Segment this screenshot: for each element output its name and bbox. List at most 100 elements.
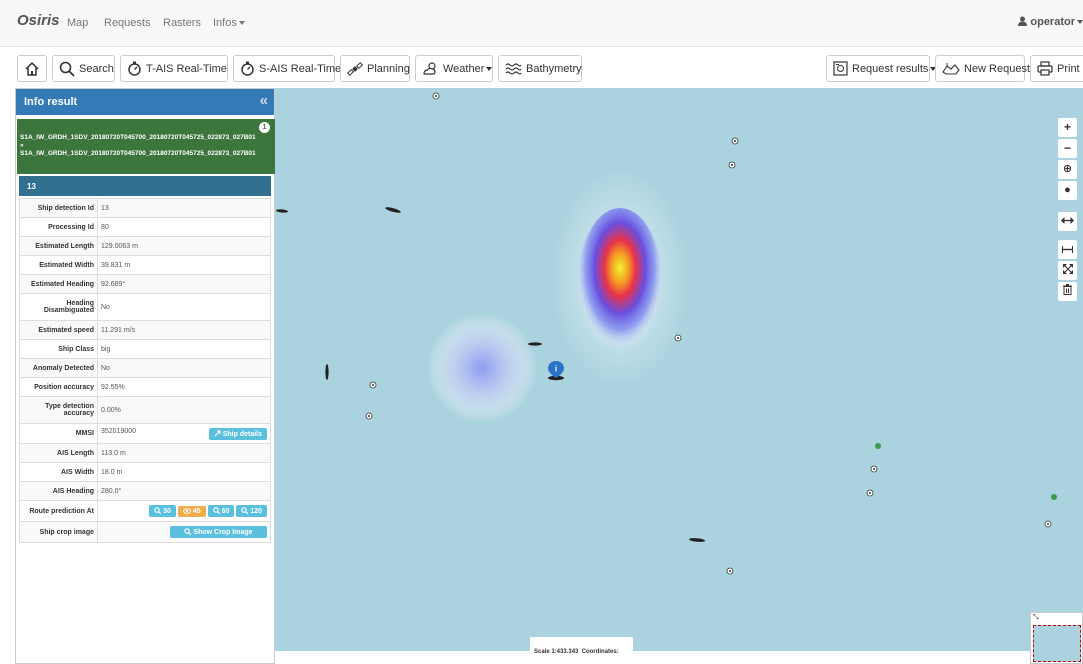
home-button[interactable] — [17, 55, 47, 82]
nav-infos[interactable]: Infos — [213, 17, 245, 29]
zoom-out-button[interactable]: − — [1058, 139, 1077, 158]
ais-target-green[interactable] — [1051, 494, 1057, 500]
table-row: AIS Length 113.0 m — [19, 443, 271, 463]
table-row: Ship detection Id 13 — [19, 198, 271, 218]
search-icon — [212, 507, 220, 515]
table-row: Estimated speed 11.291 m/s — [19, 320, 271, 340]
field-value: 280.0° — [97, 481, 271, 501]
zoom-box-icon: ⊕ — [1062, 163, 1073, 175]
eye-icon — [182, 508, 191, 514]
delete-button[interactable] — [1058, 282, 1077, 301]
overview-minimap[interactable]: ⤡ — [1030, 612, 1083, 664]
map-bottom-bar — [275, 651, 1035, 664]
table-row: MMSI 352019000 Ship details — [19, 423, 271, 444]
field-value: 13 — [97, 198, 271, 218]
mmsi-value: 352019000 — [101, 427, 137, 435]
ship-detection[interactable] — [689, 538, 705, 543]
field-value: big — [97, 339, 271, 359]
search-icon — [184, 528, 192, 536]
ship-details-label: Ship details — [222, 430, 262, 438]
collapse-minimap-icon[interactable]: ⤡ — [1033, 614, 1039, 622]
search-icon — [241, 507, 249, 515]
zoom-box-button[interactable]: ⊕ — [1058, 160, 1077, 179]
search-icon — [154, 507, 162, 515]
field-label: AIS Heading — [19, 481, 98, 501]
ship-detection[interactable] — [528, 342, 542, 346]
bathymetry-label: Bathymetry — [526, 62, 582, 75]
route-prediction-30-button[interactable]: 30 — [149, 505, 176, 517]
new-request-button[interactable]: New Request — [935, 55, 1030, 82]
map-view[interactable]: i + − ⊕ ● — [275, 88, 1083, 664]
field-value: 113.0 m — [97, 443, 271, 463]
raster-name-box[interactable]: 1 S1A_IW_GRDH_1SDV_20180720T045700_20180… — [17, 119, 275, 174]
ship-detection[interactable] — [325, 364, 329, 380]
field-label: Estimated Heading — [19, 274, 98, 294]
field-label: AIS Length — [19, 443, 98, 463]
table-row: Route prediction At 30 45 60 120 — [19, 500, 271, 522]
plus-icon: + — [1063, 120, 1071, 134]
weather-button[interactable]: Weather — [415, 55, 493, 82]
ship-detection[interactable] — [385, 206, 401, 214]
search-button[interactable]: Search — [52, 55, 115, 82]
field-label: Estimated Width — [19, 255, 98, 275]
show-crop-label: Show Crop Image — [193, 529, 253, 536]
raster-count-badge: 1 — [259, 122, 270, 133]
field-value: 11.291 m/s — [97, 320, 271, 340]
nav-requests[interactable]: Requests — [104, 17, 150, 29]
nav-rasters[interactable]: Rasters — [163, 17, 201, 29]
link-icon — [214, 429, 221, 436]
table-row: Estimated Width 39.831 m — [19, 255, 271, 275]
field-label: AIS Width — [19, 462, 98, 482]
heatmap-cluster — [427, 313, 537, 423]
nav-map[interactable]: Map — [67, 17, 88, 29]
table-row: Ship Class big — [19, 339, 271, 359]
weather-icon — [423, 62, 436, 75]
field-value: 0.00% — [97, 396, 271, 424]
request-results-button[interactable]: Request results — [826, 55, 937, 82]
field-label: MMSI — [19, 423, 98, 444]
route-prediction-45-button[interactable]: 45 — [177, 506, 206, 517]
info-result-panel: Info result « 1 S1A_IW_GRDH_1SDV_2018072… — [15, 88, 275, 664]
collapse-panel-icon[interactable]: « — [260, 92, 268, 109]
user-menu[interactable]: operator — [1018, 16, 1083, 28]
field-value-cell: 352019000 Ship details — [97, 423, 271, 444]
minimap-extent — [1033, 625, 1081, 662]
new-request-label: New Request — [964, 62, 1031, 75]
measure-line-button[interactable] — [1058, 240, 1077, 259]
satellite-icon — [347, 61, 363, 76]
expand-button[interactable] — [1058, 261, 1077, 280]
ship-details-button[interactable]: Ship details — [208, 427, 267, 440]
globe-button[interactable]: ● — [1058, 181, 1077, 200]
field-value: 92.55% — [97, 377, 271, 397]
chevron-down-icon — [238, 21, 245, 26]
sais-label: S-AIS Real-Time — [259, 62, 342, 75]
measure-line-icon — [1062, 246, 1073, 253]
print-button[interactable]: Print — [1030, 55, 1083, 82]
panel-title: Info result — [24, 96, 78, 108]
brand-logo[interactable]: Osiris — [17, 12, 60, 29]
ais-target-green[interactable] — [875, 443, 881, 449]
show-crop-image-button[interactable]: Show Crop Image — [170, 526, 267, 538]
table-row: Estimated Length 129.0063 m — [19, 236, 271, 256]
field-label: Position accuracy — [19, 377, 98, 397]
heatmap-hotspot — [578, 208, 662, 358]
planning-button[interactable]: Planning — [340, 55, 410, 82]
coordinates-label: Coordinates: — [581, 649, 619, 655]
chevron-down-icon — [1077, 20, 1083, 25]
sais-realtime-button[interactable]: S-AIS Real-Time — [233, 55, 341, 82]
route-prediction-120-button[interactable]: 120 — [236, 505, 267, 517]
raster-name: S1A_IW_GRDH_1SDV_20180720T045700_2018072… — [20, 134, 256, 141]
route-prediction-60-button[interactable]: 60 — [207, 505, 235, 517]
table-row: Ship crop image Show Crop Image — [19, 521, 271, 543]
printer-icon — [1037, 61, 1053, 76]
pan-button[interactable] — [1058, 212, 1077, 231]
route-buttons-cell: 30 45 60 120 — [97, 500, 271, 522]
tais-realtime-button[interactable]: T-AIS Real-Time — [120, 55, 228, 82]
field-label: Ship crop image — [19, 521, 98, 543]
detection-header[interactable]: 13 — [19, 176, 271, 196]
zoom-in-button[interactable]: + — [1058, 118, 1077, 137]
ship-detection[interactable] — [276, 209, 288, 213]
print-label: Print — [1057, 62, 1080, 75]
chevron-down-icon — [486, 66, 493, 71]
bathymetry-button[interactable]: Bathymetry — [498, 55, 582, 82]
